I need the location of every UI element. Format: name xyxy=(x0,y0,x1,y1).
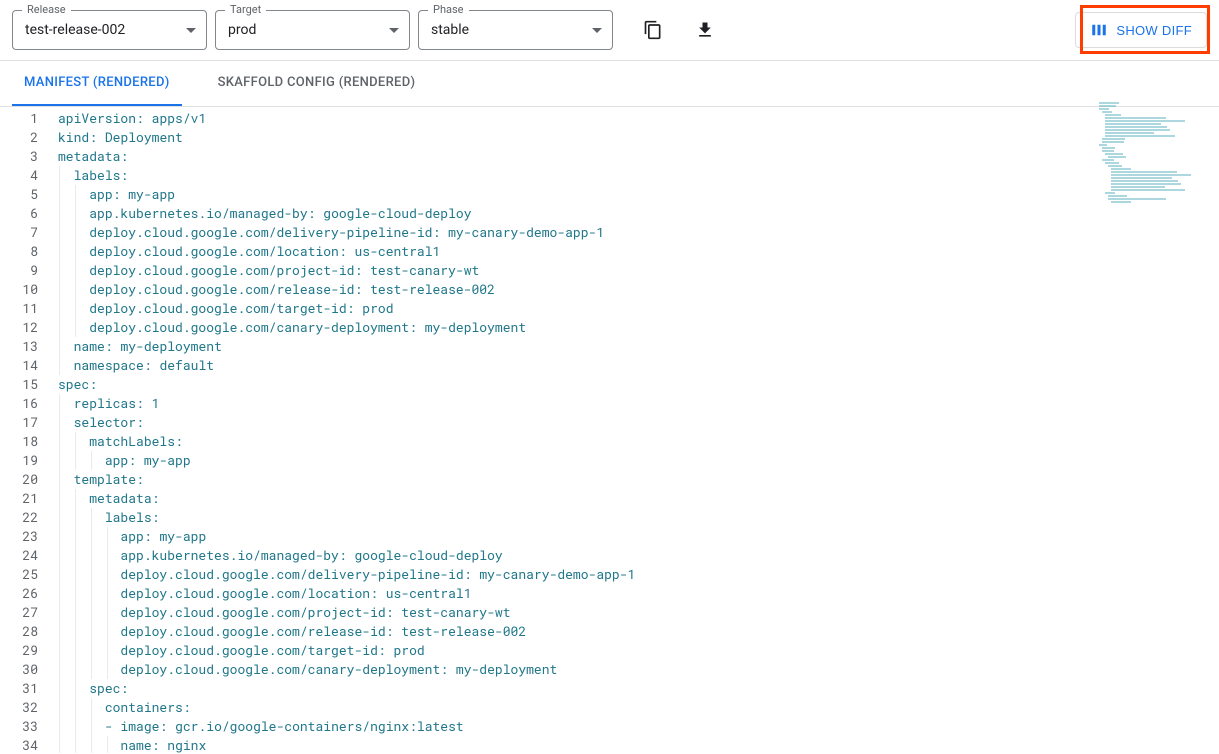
chevron-down-icon xyxy=(186,28,196,33)
download-button[interactable] xyxy=(685,10,725,50)
code-line: metadata: xyxy=(58,147,1219,166)
code-editor[interactable]: 1234567891011121314151617181920212223242… xyxy=(0,107,1219,753)
release-select[interactable]: Release test-release-002 xyxy=(12,10,207,50)
code-line: metadata: xyxy=(58,489,1219,508)
code-line: namespace: default xyxy=(58,356,1219,375)
code-line: spec: xyxy=(58,679,1219,698)
code-line: deploy.cloud.google.com/release-id: test… xyxy=(58,622,1219,641)
target-value: prod xyxy=(228,22,256,38)
code-line: app.kubernetes.io/managed-by: google-clo… xyxy=(58,204,1219,223)
phase-value: stable xyxy=(431,22,469,38)
code-line: labels: xyxy=(58,508,1219,527)
phase-select[interactable]: Phase stable xyxy=(418,10,613,50)
code-line: spec: xyxy=(58,375,1219,394)
code-line: deploy.cloud.google.com/project-id: test… xyxy=(58,603,1219,622)
copy-button[interactable] xyxy=(633,10,673,50)
code-line: replicas: 1 xyxy=(58,394,1219,413)
code-content: apiVersion: apps/v1kind: Deploymentmetad… xyxy=(50,107,1219,753)
code-line: app: my-app xyxy=(58,451,1219,470)
tab-manifest[interactable]: MANIFEST (RENDERED) xyxy=(12,61,182,106)
tab-skaffold[interactable]: SKAFFOLD CONFIG (RENDERED) xyxy=(206,61,428,106)
phase-label: Phase xyxy=(428,3,469,16)
code-line: containers: xyxy=(58,698,1219,717)
code-line: app: my-app xyxy=(58,527,1219,546)
chevron-down-icon xyxy=(592,28,602,33)
code-line: deploy.cloud.google.com/target-id: prod xyxy=(58,299,1219,318)
code-line: selector: xyxy=(58,413,1219,432)
release-label: Release xyxy=(22,3,71,16)
code-line: app.kubernetes.io/managed-by: google-clo… xyxy=(58,546,1219,565)
show-diff-label: SHOW DIFF xyxy=(1116,23,1192,38)
toolbar: Release test-release-002 Target prod Pha… xyxy=(0,0,1219,61)
tabs: MANIFEST (RENDERED) SKAFFOLD CONFIG (REN… xyxy=(0,61,1219,107)
code-line: name: nginx xyxy=(58,736,1219,753)
code-line: deploy.cloud.google.com/delivery-pipelin… xyxy=(58,565,1219,584)
target-label: Target xyxy=(225,3,266,16)
release-value: test-release-002 xyxy=(25,22,125,38)
code-line: deploy.cloud.google.com/project-id: test… xyxy=(58,261,1219,280)
code-line: deploy.cloud.google.com/release-id: test… xyxy=(58,280,1219,299)
code-line: deploy.cloud.google.com/delivery-pipelin… xyxy=(58,223,1219,242)
download-icon xyxy=(695,20,715,40)
code-line: labels: xyxy=(58,166,1219,185)
chevron-down-icon xyxy=(389,28,399,33)
code-line: deploy.cloud.google.com/target-id: prod xyxy=(58,641,1219,660)
code-line: app: my-app xyxy=(58,185,1219,204)
show-diff-button[interactable]: SHOW DIFF xyxy=(1075,12,1207,48)
code-line: deploy.cloud.google.com/location: us-cen… xyxy=(58,584,1219,603)
code-line: deploy.cloud.google.com/location: us-cen… xyxy=(58,242,1219,261)
code-line: deploy.cloud.google.com/canary-deploymen… xyxy=(58,660,1219,679)
code-line: name: my-deployment xyxy=(58,337,1219,356)
target-select[interactable]: Target prod xyxy=(215,10,410,50)
code-line: deploy.cloud.google.com/canary-deploymen… xyxy=(58,318,1219,337)
copy-icon xyxy=(643,20,663,40)
line-number-gutter: 1234567891011121314151617181920212223242… xyxy=(0,107,50,753)
code-line: - image: gcr.io/google-containers/nginx:… xyxy=(58,717,1219,736)
code-line: matchLabels: xyxy=(58,432,1219,451)
code-line: template: xyxy=(58,470,1219,489)
code-line: kind: Deployment xyxy=(58,128,1219,147)
diff-icon xyxy=(1090,21,1108,39)
code-line: apiVersion: apps/v1 xyxy=(58,109,1219,128)
